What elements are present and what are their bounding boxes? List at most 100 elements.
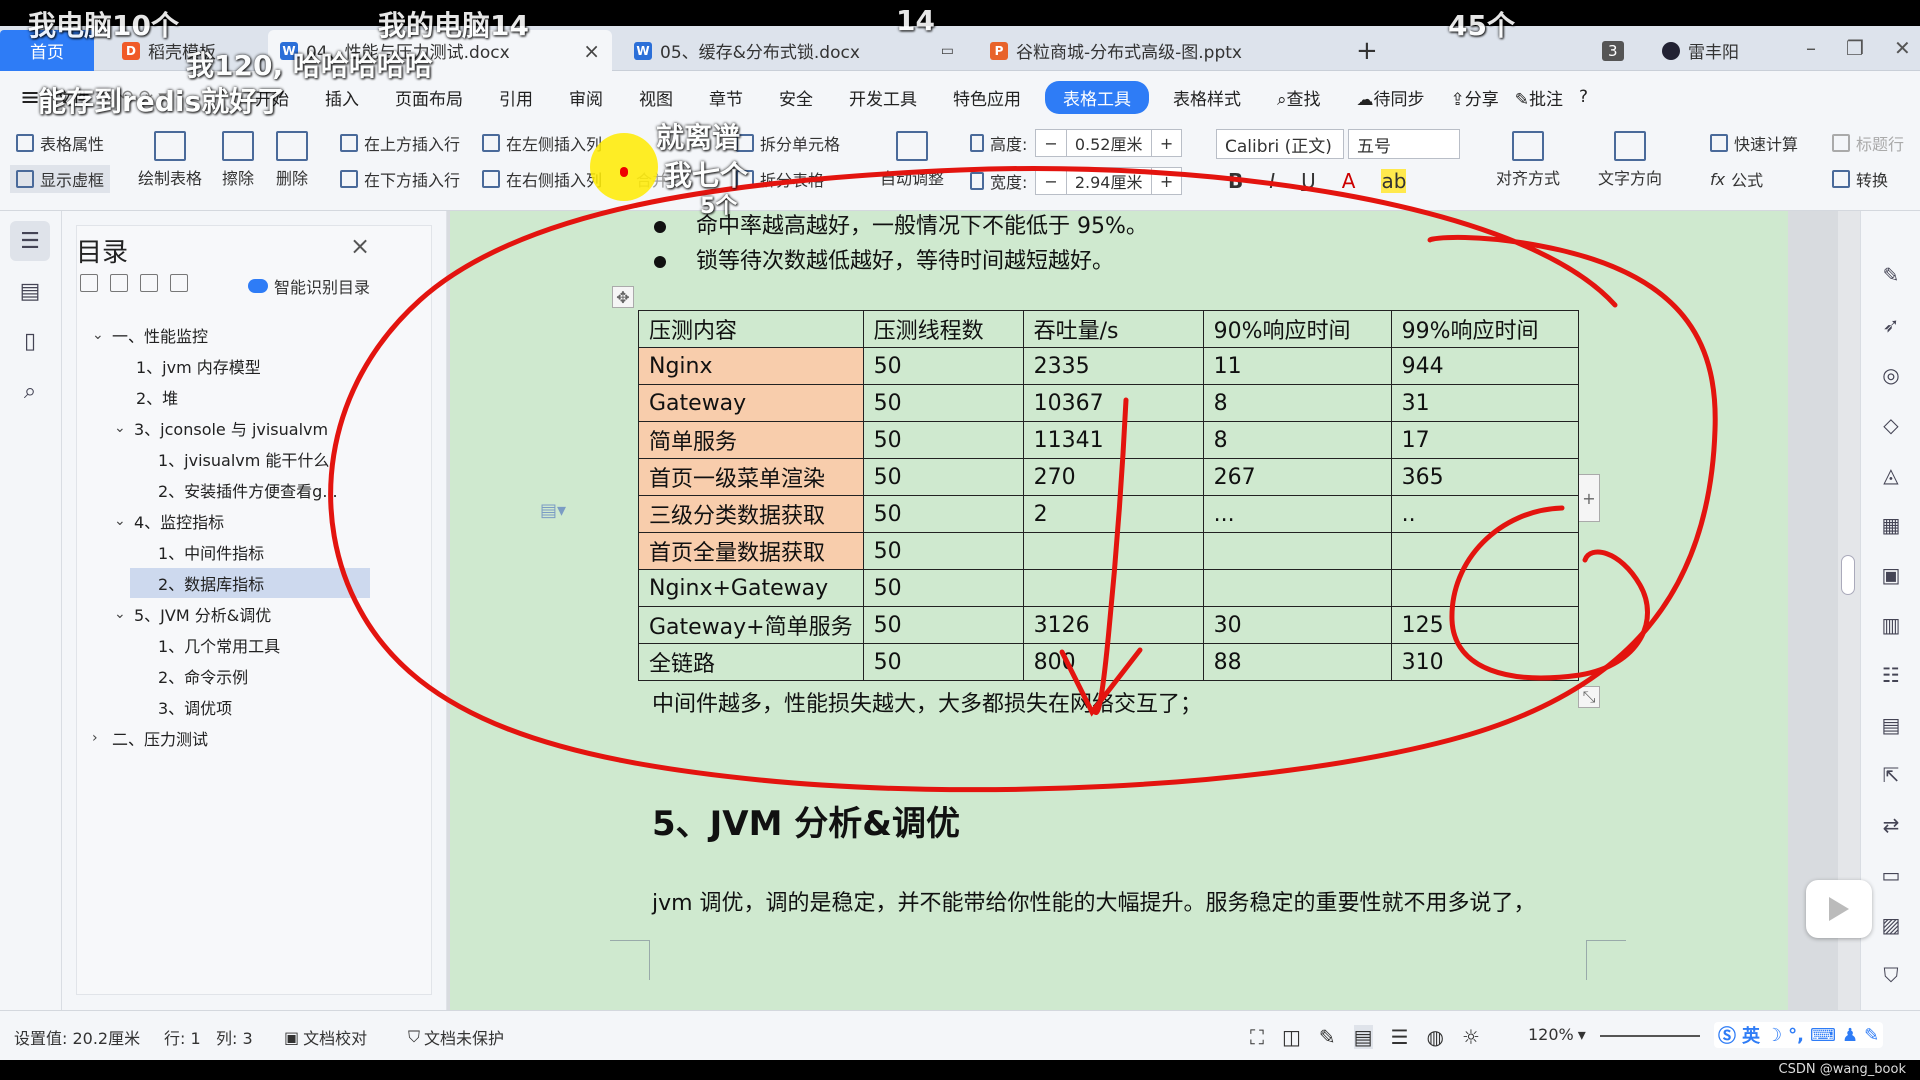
autofit-button[interactable]: 自动调整 xyxy=(880,131,944,189)
zoom-slider[interactable] xyxy=(1600,1035,1700,1037)
highlight-icon[interactable]: ab xyxy=(1381,169,1407,193)
menu-sync[interactable]: ☁待同步 xyxy=(1338,85,1442,110)
table-cell[interactable]: 30 xyxy=(1202,606,1392,644)
delete-button[interactable]: 删除 xyxy=(276,131,308,189)
table-cell[interactable]: 944 xyxy=(1390,347,1579,385)
table-cell[interactable]: 310 xyxy=(1390,643,1579,681)
menu-search[interactable]: ⌕查找 xyxy=(1259,85,1339,110)
font-name-select[interactable]: Calibri (正文) xyxy=(1216,129,1344,159)
document-icon[interactable]: ▤ xyxy=(1877,711,1905,739)
user-account[interactable]: 雷丰阳 xyxy=(1650,30,1751,71)
font-size-select[interactable]: 五号 xyxy=(1348,129,1460,159)
menu-security[interactable]: 安全 xyxy=(761,85,831,110)
width-value[interactable]: 2.94厘米 xyxy=(1067,169,1151,193)
menu-review[interactable]: 审阅 xyxy=(551,85,621,110)
menu-annotate[interactable]: ✎批注 xyxy=(1507,85,1571,110)
table-props-button[interactable]: 表格属性 xyxy=(16,131,104,155)
select-cursor-icon[interactable]: ➶ xyxy=(1877,311,1905,339)
expand-icon[interactable] xyxy=(110,274,128,292)
font-color-icon[interactable]: A xyxy=(1342,169,1356,193)
pen-icon[interactable]: ✎ xyxy=(1877,261,1905,289)
table-cell[interactable]: Gateway xyxy=(638,384,864,422)
close-icon[interactable]: × xyxy=(583,39,600,63)
close-window-icon[interactable]: ✕ xyxy=(1894,36,1911,60)
eye-protect-icon[interactable]: ☼ xyxy=(1462,1025,1480,1049)
add-heading-icon[interactable] xyxy=(140,274,158,292)
page-view-icon[interactable]: ▤ xyxy=(1353,1025,1373,1049)
table-cell[interactable]: 800 xyxy=(1022,643,1204,681)
table-cell[interactable]: 50 xyxy=(862,643,1024,681)
fullscreen-icon[interactable]: ⛶ xyxy=(1250,1025,1264,1049)
scrollbar-thumb[interactable] xyxy=(1841,555,1855,595)
insert-below-button[interactable]: 在下方插入行 xyxy=(340,167,460,191)
width-spinner[interactable]: −2.94厘米 + xyxy=(1035,167,1183,195)
toc-item[interactable]: ⌄ 5、JVM 分析&调优 xyxy=(114,599,271,629)
plus-icon[interactable]: + xyxy=(1150,168,1181,194)
tab-count-badge[interactable]: 3 xyxy=(1590,30,1636,71)
archive-icon[interactable]: ▭ xyxy=(1877,861,1905,889)
toc-item[interactable]: 2、安装插件方便查看g... xyxy=(158,475,338,505)
shapes-icon[interactable]: ◇ xyxy=(1877,411,1905,439)
toc-item[interactable]: 1、中间件指标 xyxy=(158,537,264,567)
table-cell[interactable]: 50 xyxy=(862,421,1024,459)
draw-table-button[interactable]: 绘制表格 xyxy=(138,131,202,189)
tab-pptx[interactable]: P 谷粒商城-分布式高级-图.pptx xyxy=(978,30,1328,71)
title-row-button[interactable]: 标题行 xyxy=(1832,131,1904,155)
convert-button[interactable]: 转换 xyxy=(1832,167,1888,191)
table-cell[interactable]: 首页全量数据获取 xyxy=(638,532,864,570)
write-mode-icon[interactable]: ✎ xyxy=(1319,1025,1336,1049)
chevron-right-icon[interactable]: › xyxy=(92,730,112,746)
table-resize-handle[interactable]: ⤡ xyxy=(1578,686,1600,708)
table-cell[interactable]: 270 xyxy=(1022,458,1204,496)
table-cell[interactable]: 8 xyxy=(1202,421,1392,459)
table-cell[interactable]: 88 xyxy=(1202,643,1392,681)
translate-icon[interactable]: ⇄ xyxy=(1877,811,1905,839)
menu-insert[interactable]: 插入 xyxy=(307,85,377,110)
toc-item[interactable]: 3、调优项 xyxy=(158,692,232,722)
menu-special[interactable]: 特色应用 xyxy=(935,85,1039,110)
table-cell[interactable]: 全链路 xyxy=(638,643,864,681)
menu-table-tools[interactable]: 表格工具 xyxy=(1044,80,1149,114)
table-cell[interactable]: 50 xyxy=(862,606,1024,644)
table-cell[interactable]: 11341 xyxy=(1022,421,1204,459)
table-header-cell[interactable]: 吞吐量/s xyxy=(1022,310,1204,348)
fill-icon[interactable]: ◬ xyxy=(1877,461,1905,489)
table-header-cell[interactable]: 压测线程数 xyxy=(862,310,1024,348)
sliders-icon[interactable]: ☷ xyxy=(1877,661,1905,689)
chevron-down-icon[interactable]: ⌄ xyxy=(114,606,134,622)
paste-options-icon[interactable]: ▤▾ xyxy=(540,500,566,521)
chevron-down-icon[interactable]: ⌄ xyxy=(114,420,134,436)
chart-icon[interactable]: ▥ xyxy=(1877,611,1905,639)
table-cell[interactable]: Nginx xyxy=(638,347,864,385)
toc-item[interactable]: 1、jvm 内存模型 xyxy=(136,351,261,381)
close-icon[interactable]: × xyxy=(350,232,370,260)
height-value[interactable]: 0.52厘米 xyxy=(1067,131,1151,155)
text-direction-button[interactable]: 文字方向 xyxy=(1598,131,1662,189)
layout-grid-icon[interactable]: ▣ xyxy=(1877,561,1905,589)
image-icon[interactable]: ▨ xyxy=(1877,911,1905,939)
table-cell[interactable] xyxy=(1202,569,1392,607)
table-cell[interactable]: 2 xyxy=(1022,495,1204,533)
toc-item[interactable]: 2、堆 xyxy=(136,382,178,412)
table-move-handle[interactable]: ✥ xyxy=(612,286,634,308)
add-column-button[interactable]: + xyxy=(1578,474,1600,522)
menu-layout[interactable]: 页面布局 xyxy=(377,85,481,110)
underline-icon[interactable]: U xyxy=(1301,169,1316,193)
proofread-button[interactable]: ▣ 文档校对 xyxy=(284,1025,367,1049)
read-mode-icon[interactable]: ◫ xyxy=(1282,1025,1301,1049)
table-cell[interactable]: 50 xyxy=(862,384,1024,422)
menu-chapter[interactable]: 章节 xyxy=(691,85,761,110)
menu-reference[interactable]: 引用 xyxy=(481,85,551,110)
menu-devtools[interactable]: 开发工具 xyxy=(831,85,935,110)
outline-icon[interactable]: ☰ xyxy=(1391,1025,1409,1049)
menu-table-style[interactable]: 表格样式 xyxy=(1155,85,1259,110)
table-cell[interactable] xyxy=(1022,569,1204,607)
restore-icon[interactable]: ❐ xyxy=(1846,36,1864,60)
table-icon[interactable]: ▦ xyxy=(1877,511,1905,539)
toc-item[interactable]: ⌄ 3、jconsole 与 jvisualvm xyxy=(114,413,328,443)
quick-calc-button[interactable]: 快速计算 xyxy=(1710,131,1798,155)
formula-button[interactable]: fx 公式 xyxy=(1710,167,1763,191)
minimize-icon[interactable]: – xyxy=(1806,36,1816,60)
web-view-icon[interactable]: ◍ xyxy=(1427,1025,1444,1049)
table-cell[interactable] xyxy=(1390,532,1579,570)
